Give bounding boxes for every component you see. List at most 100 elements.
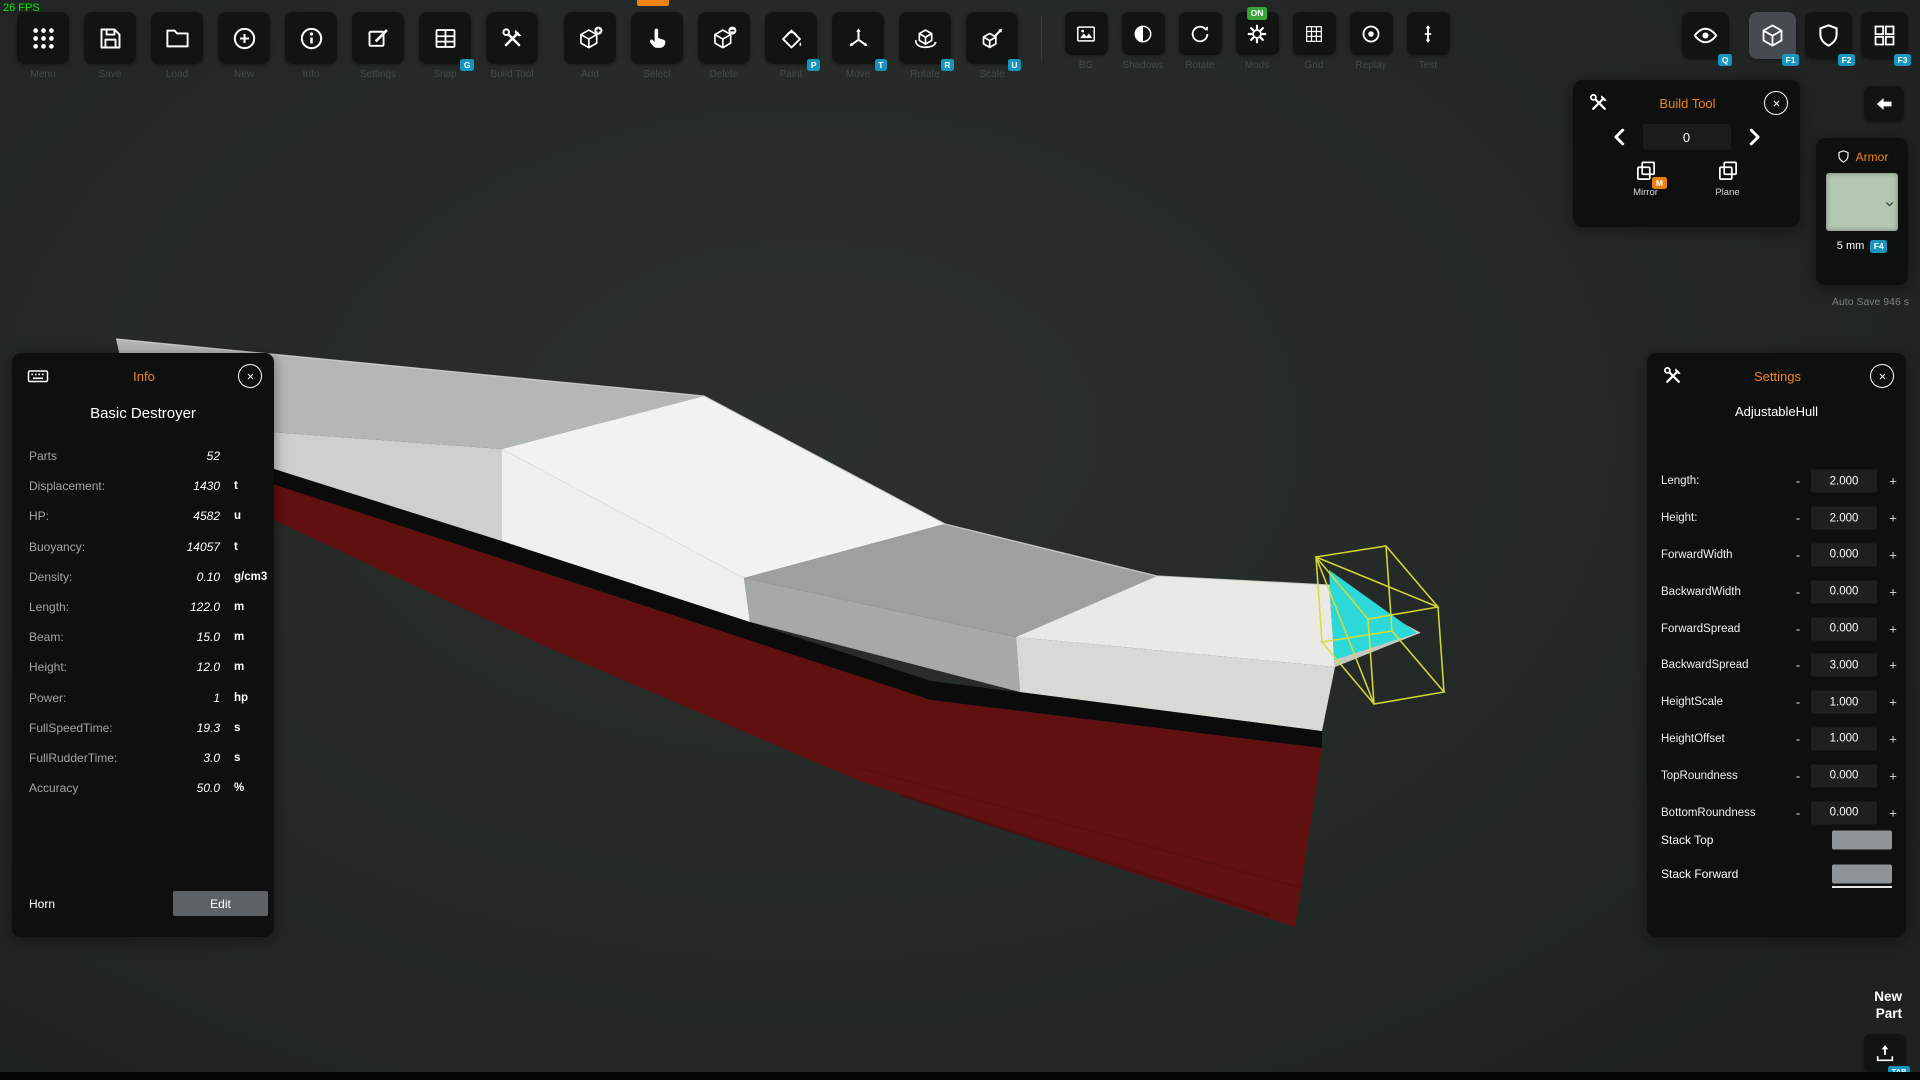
info-icon[interactable] [285, 12, 337, 64]
toolbar-item-shadows[interactable]: Shadows [1121, 12, 1165, 71]
toolbar-item-info[interactable]: Info [284, 12, 338, 80]
info-row-accuracy: Accuracy50.0% [12, 773, 274, 803]
toolbar-item-rotate[interactable]: RRotate [898, 12, 952, 80]
toolbar-item-grid-view[interactable]: F3 [1861, 12, 1908, 59]
cube-scale-icon[interactable]: U [966, 12, 1018, 64]
toolbar-item-delete[interactable]: Delete [697, 12, 751, 80]
chevron-right-icon[interactable] [1743, 126, 1765, 148]
toolbar-item-grid[interactable]: Grid [1292, 12, 1336, 71]
toolbar-item-settings[interactable]: Settings [351, 12, 405, 80]
decrement-button[interactable]: - [1791, 768, 1805, 783]
setting-value-field[interactable]: 2.000 [1811, 470, 1877, 493]
toolbar-item-replay[interactable]: Replay [1349, 12, 1393, 71]
stack-forward-button[interactable] [1832, 865, 1892, 884]
toolbar-item-save[interactable]: Save [83, 12, 137, 80]
grid4-icon[interactable]: F3 [1861, 12, 1908, 59]
decrement-button[interactable]: - [1791, 621, 1805, 636]
increment-button[interactable]: + [1886, 805, 1900, 820]
cube-rot-icon[interactable]: R [899, 12, 951, 64]
cube-minus-icon[interactable] [698, 12, 750, 64]
decrement-button[interactable]: - [1791, 547, 1805, 562]
mirror-count-field[interactable]: 0 [1643, 124, 1731, 150]
toolbar-item-visibility[interactable]: Q [1682, 12, 1729, 59]
increment-button[interactable]: + [1886, 474, 1900, 489]
table-icon[interactable]: G [419, 12, 471, 64]
setting-value-field[interactable]: 1.000 [1811, 727, 1877, 750]
toolbar-item-load[interactable]: Load [150, 12, 204, 80]
grid-icon[interactable] [1293, 12, 1336, 55]
toolbar-item-add[interactable]: Add [563, 12, 617, 80]
keyboard-icon[interactable] [26, 364, 50, 388]
toolbar-item-build-tool[interactable]: Build Tool [485, 12, 539, 80]
cube-plus-icon[interactable] [564, 12, 616, 64]
setting-value-field[interactable]: 0.000 [1811, 617, 1877, 640]
increment-button[interactable]: + [1886, 658, 1900, 673]
toolbar-item-snap[interactable]: GSnap [418, 12, 472, 80]
image-icon[interactable] [1065, 12, 1108, 55]
increment-button[interactable]: + [1886, 511, 1900, 526]
increment-button[interactable]: + [1886, 547, 1900, 562]
increment-button[interactable]: + [1886, 584, 1900, 599]
setting-value-field[interactable]: 0.000 [1811, 580, 1877, 603]
selected-part-highlight[interactable] [1329, 570, 1417, 660]
increment-button[interactable]: + [1886, 695, 1900, 710]
toolbar-item-new[interactable]: New [217, 12, 271, 80]
toolbar-item-paint[interactable]: PPaint [764, 12, 818, 80]
close-icon[interactable] [1870, 364, 1894, 388]
setting-value-field[interactable]: 0.000 [1811, 543, 1877, 566]
setting-value-field[interactable]: 1.000 [1811, 691, 1877, 714]
record-icon[interactable] [1350, 12, 1393, 55]
close-icon[interactable] [1764, 91, 1788, 115]
toolbar-item-scale[interactable]: UScale [965, 12, 1019, 80]
hand-icon[interactable] [631, 12, 683, 64]
plumb-icon[interactable] [1407, 12, 1450, 55]
toolbar-item-rotate[interactable]: Rotate [1178, 12, 1222, 71]
increment-button[interactable]: + [1886, 621, 1900, 636]
toolbar-item-blocks-view[interactable]: F1 [1749, 12, 1796, 59]
eye-icon[interactable]: Q [1682, 12, 1729, 59]
toolbar-item-select[interactable]: Select [630, 12, 684, 80]
increment-button[interactable]: + [1886, 731, 1900, 746]
toolbar-item-move[interactable]: TMove [831, 12, 885, 80]
close-icon[interactable] [238, 364, 262, 388]
toolbar-item-mods[interactable]: ONMods [1235, 12, 1279, 71]
setting-value-field[interactable]: 0.000 [1811, 764, 1877, 787]
cube-icon[interactable]: F1 [1749, 12, 1796, 59]
mirror-button[interactable]: MMirror [1617, 158, 1675, 198]
toolbar-item-bg[interactable]: BG [1064, 12, 1108, 71]
toolbar-item-armor-view[interactable]: F2 [1805, 12, 1852, 59]
menu-icon[interactable] [17, 12, 69, 64]
toolbar-item-menu[interactable]: Menu [16, 12, 70, 80]
decrement-button[interactable]: - [1791, 695, 1805, 710]
setting-value-field[interactable]: 3.000 [1811, 654, 1877, 677]
setting-value-field[interactable]: 0.000 [1811, 801, 1877, 824]
collapse-toolbar-button[interactable] [1864, 86, 1904, 122]
orbit-icon[interactable] [1179, 12, 1222, 55]
setting-value-field[interactable]: 2.000 [1811, 507, 1877, 530]
increment-button[interactable]: + [1886, 768, 1900, 783]
toolbar-item-test[interactable]: Test [1406, 12, 1450, 71]
load-icon[interactable] [151, 12, 203, 64]
decrement-button[interactable]: - [1791, 731, 1805, 746]
armor-material-swatch[interactable] [1826, 173, 1898, 231]
sphere-icon[interactable] [1122, 12, 1165, 55]
new-icon[interactable] [218, 12, 270, 64]
decrement-button[interactable]: - [1791, 805, 1805, 820]
bucket-icon[interactable]: P [765, 12, 817, 64]
decrement-button[interactable]: - [1791, 474, 1805, 489]
gear-icon[interactable]: ON [1236, 12, 1279, 55]
top-accent-tab[interactable] [637, 0, 669, 6]
shield-icon[interactable]: F2 [1805, 12, 1852, 59]
decrement-button[interactable]: - [1791, 511, 1805, 526]
new-part-button[interactable]: TAB [1864, 1034, 1906, 1072]
edit-horn-button[interactable]: Edit [173, 891, 268, 916]
stack-top-button[interactable] [1832, 831, 1892, 850]
tools-icon[interactable] [486, 12, 538, 64]
chevron-left-icon[interactable] [1609, 126, 1631, 148]
save-icon[interactable] [84, 12, 136, 64]
decrement-button[interactable]: - [1791, 658, 1805, 673]
edit-icon[interactable] [352, 12, 404, 64]
plane-button[interactable]: Plane [1699, 158, 1757, 198]
axes-icon[interactable]: T [832, 12, 884, 64]
decrement-button[interactable]: - [1791, 584, 1805, 599]
